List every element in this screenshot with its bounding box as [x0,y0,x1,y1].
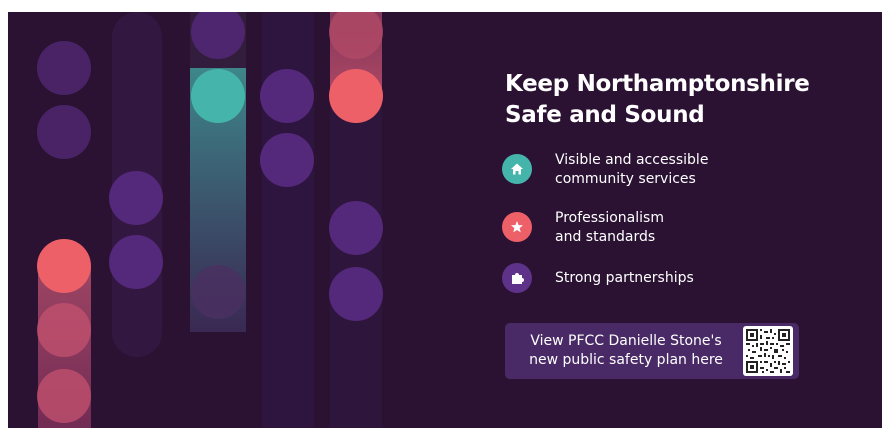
banner-title: Keep Northamptonshire Safe and Sound [505,71,810,128]
purple-dot [260,133,314,187]
purple-dot [37,105,91,159]
feature-label: Visible and accessible community service… [555,152,709,187]
coral-dot [37,239,91,293]
home-icon [502,154,532,184]
cta-text: View PFCC Danielle Stone's new public sa… [529,333,723,368]
purple-dot [260,69,314,123]
purple-dot [109,235,163,289]
faded-coral-dot [37,369,91,423]
purple-dot [37,41,91,95]
public-safety-plan-link[interactable]: View PFCC Danielle Stone's new public sa… [505,323,799,379]
feature-label: Professionalism and standards [555,210,664,245]
feature-label: Strong partnerships [555,270,694,286]
purple-dot [191,265,245,319]
qr-code-icon[interactable] [743,326,793,376]
puzzle-piece-icon [502,263,532,293]
promo-banner: Keep Northamptonshire Safe and Sound Vis… [8,12,882,428]
faded-coral-dot [37,303,91,357]
purple-dot [329,201,383,255]
purple-dot [109,171,163,225]
coral-dot [329,69,383,123]
purple-dot [329,267,383,321]
star-icon [502,212,532,242]
teal-dot [191,69,245,123]
